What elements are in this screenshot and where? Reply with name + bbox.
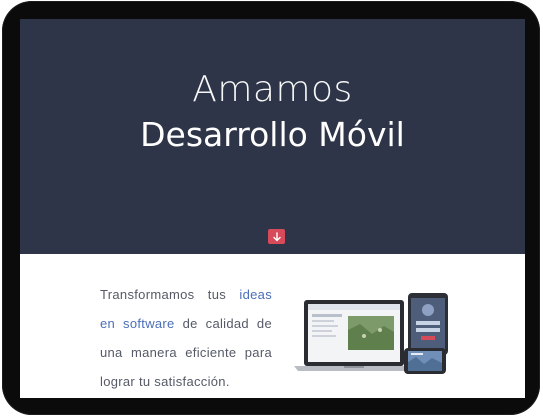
scroll-down-button[interactable] [268, 229, 285, 244]
hero-title-line2: Desarrollo Móvil [140, 115, 405, 154]
hero-section: Amamos Desarrollo Móvil [20, 19, 525, 254]
phone-device-icon [404, 348, 446, 374]
hero-title-line1: Amamos [192, 69, 353, 110]
tablet-frame: Amamos Desarrollo Móvil Transformamos tu… [2, 1, 540, 415]
arrow-down-icon [272, 231, 281, 241]
intro-text-part1: Transformamos tus [100, 287, 240, 302]
tablet-device-icon [408, 293, 448, 355]
intro-section: Transformamos tus ideas en software de c… [20, 254, 525, 398]
laptop-device-icon [294, 300, 414, 371]
intro-text: Transformamos tus ideas en software de c… [100, 280, 272, 396]
tablet-screen: Amamos Desarrollo Móvil Transformamos tu… [20, 19, 525, 398]
devices-illustration [294, 293, 448, 374]
